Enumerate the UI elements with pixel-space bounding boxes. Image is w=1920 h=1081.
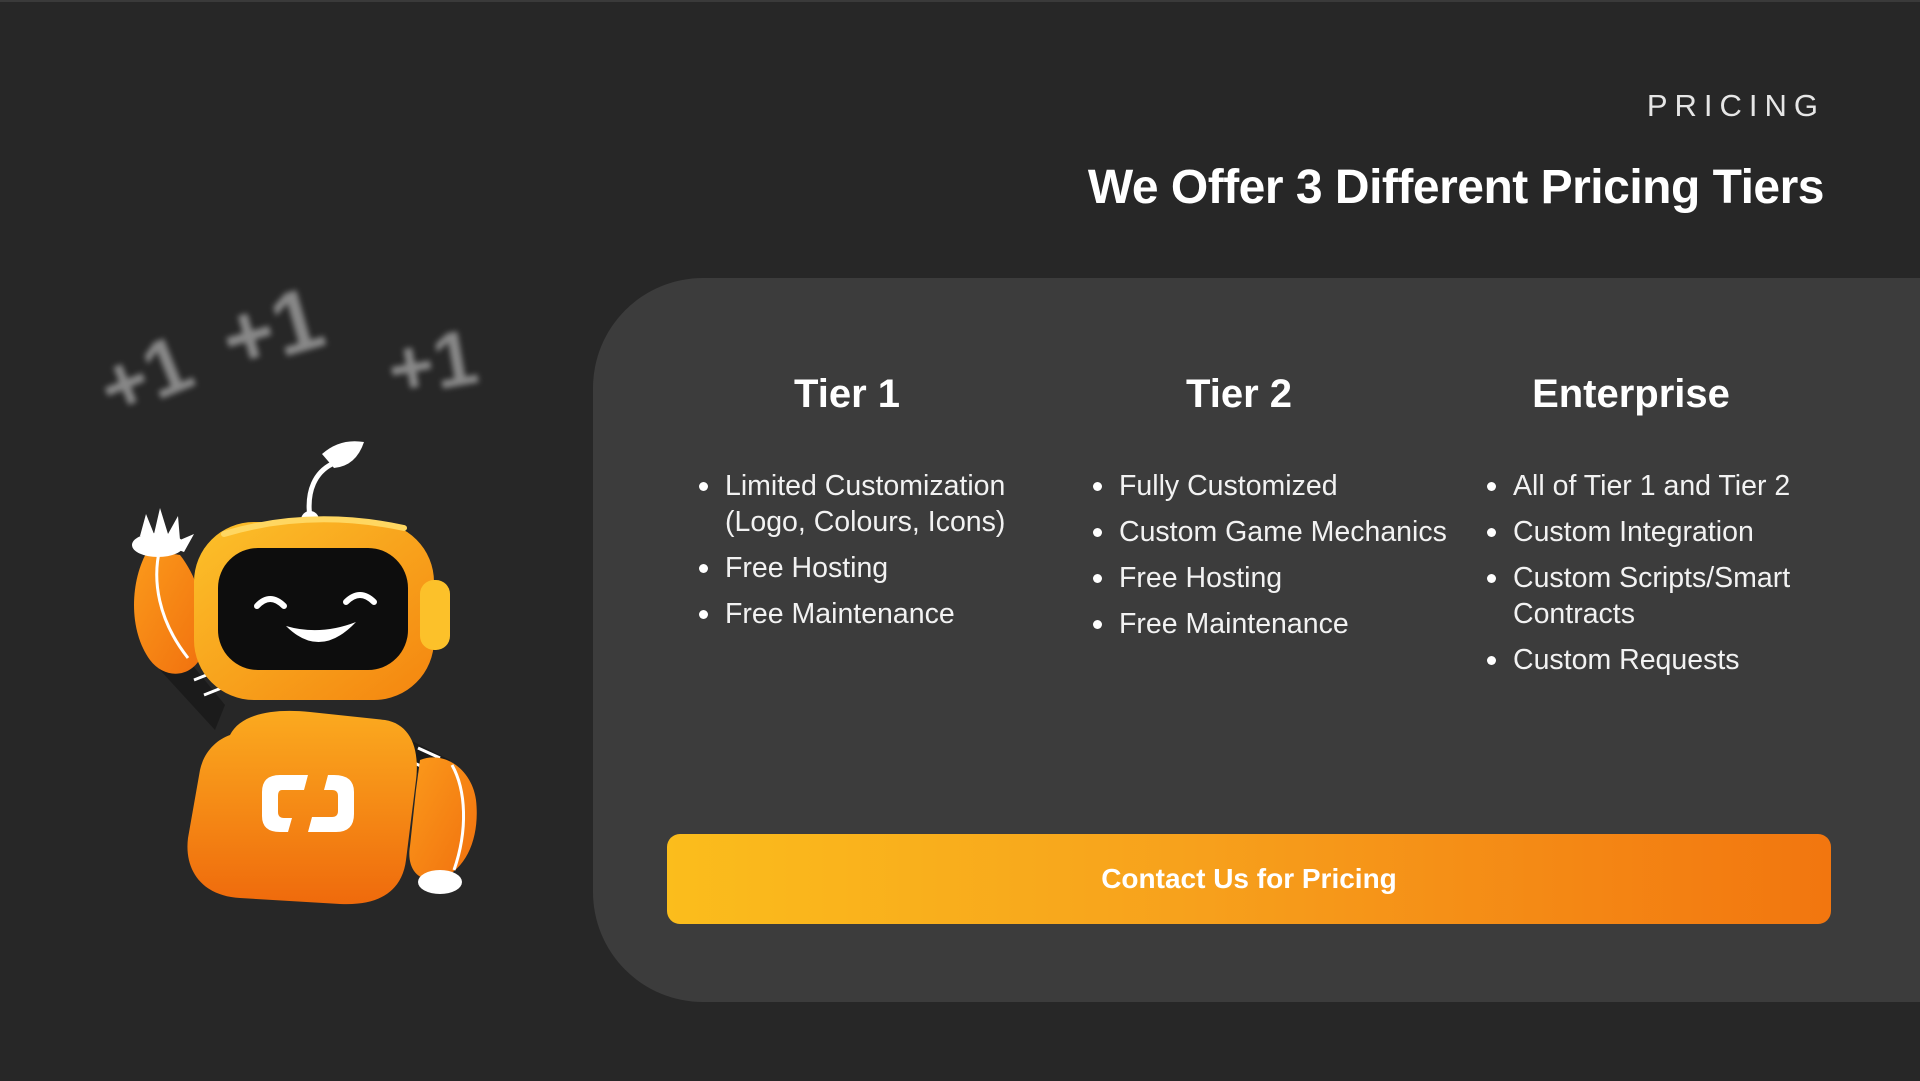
feature-item: Custom Integration — [1485, 514, 1845, 550]
feature-item: Free Hosting — [697, 550, 1057, 586]
feature-item: Fully Customized — [1091, 468, 1451, 504]
tier-title: Enterprise — [1532, 372, 1730, 416]
tier-card-tier-2: Tier 2 Fully Customized Custom Game Mech… — [1091, 370, 1451, 652]
plus-one-mark: +1 — [86, 317, 205, 434]
feature-item: Limited Customization (Logo, Colours, Ic… — [697, 468, 1057, 540]
feature-item: Custom Scripts/Smart Contracts — [1485, 560, 1845, 632]
plus-one-mark: +1 — [210, 267, 334, 390]
feature-item: Free Maintenance — [697, 596, 1057, 632]
tier-card-enterprise: Enterprise All of Tier 1 and Tier 2 Cust… — [1485, 370, 1845, 688]
contact-pricing-button[interactable]: Contact Us for Pricing — [667, 834, 1831, 924]
tier-card-tier-1: Tier 1 Limited Customization (Logo, Colo… — [697, 370, 1057, 642]
page-title: We Offer 3 Different Pricing Tiers — [1087, 161, 1825, 214]
feature-item: Free Hosting — [1091, 560, 1451, 596]
plus-one-mark: +1 — [380, 311, 484, 415]
top-edge-divider — [0, 0, 1920, 2]
feature-item: Custom Game Mechanics — [1091, 514, 1451, 550]
feature-list: All of Tier 1 and Tier 2 Custom Integrat… — [1485, 468, 1845, 678]
tier-title: Tier 1 — [794, 372, 900, 416]
pricing-panel: Tier 1 Limited Customization (Logo, Colo… — [593, 278, 1920, 1002]
feature-item: Free Maintenance — [1091, 606, 1451, 642]
feature-item: Custom Requests — [1485, 642, 1845, 678]
tier-title: Tier 2 — [1186, 372, 1292, 416]
robot-mascot-icon — [132, 441, 477, 905]
feature-list: Limited Customization (Logo, Colours, Ic… — [697, 468, 1057, 632]
feature-list: Fully Customized Custom Game Mechanics F… — [1091, 468, 1451, 642]
feature-item: All of Tier 1 and Tier 2 — [1485, 468, 1845, 504]
section-eyebrow: PRICING — [1646, 88, 1825, 123]
